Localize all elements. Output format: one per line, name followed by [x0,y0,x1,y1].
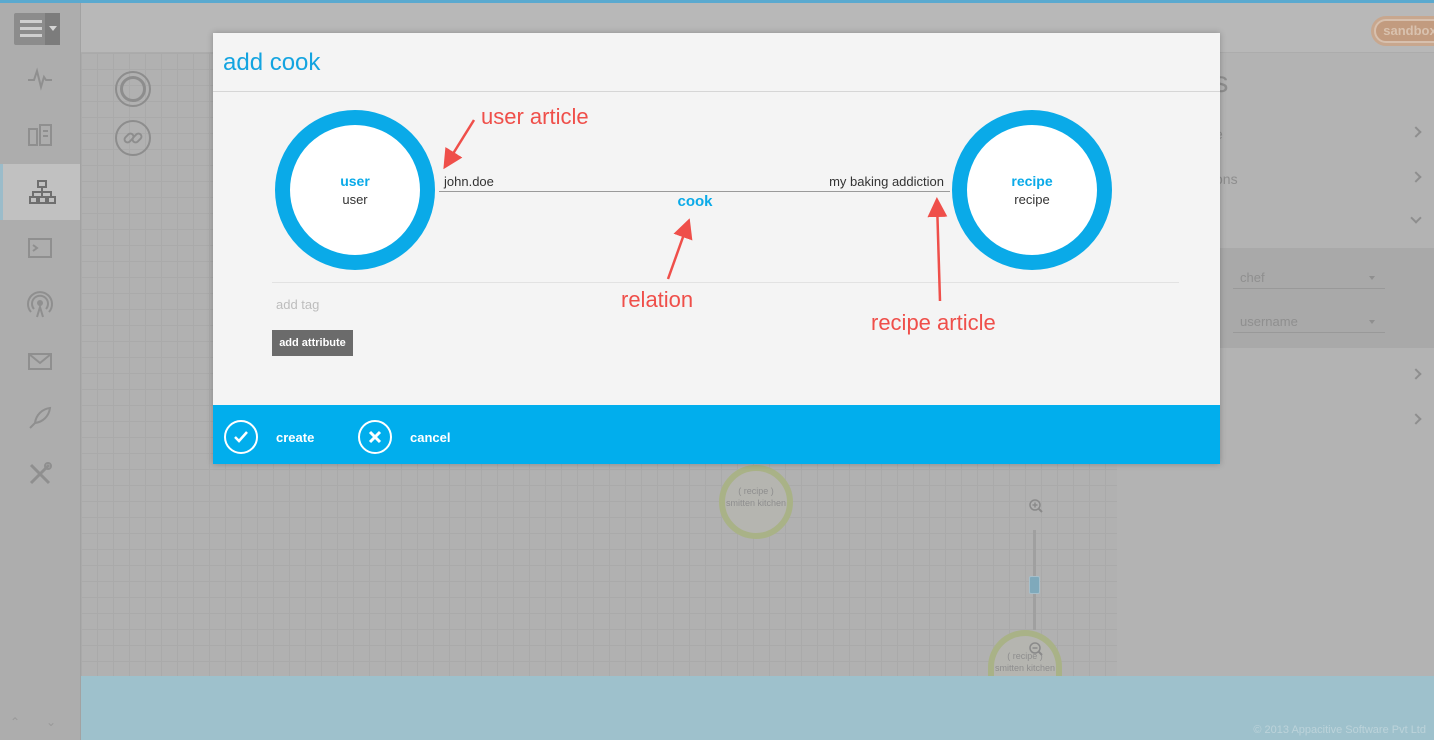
cancel-label: cancel [410,429,451,445]
pulse-icon [28,67,52,91]
graph-node[interactable]: ( recipe ) smitten kitchen [719,465,793,539]
target-article-field[interactable]: my baking addiction [769,174,944,189]
add-attribute-button[interactable]: add attribute [272,330,353,356]
page-footer: © 2013 Appacitive Software Pvt Ltd [81,676,1434,740]
nav-email[interactable] [0,333,80,389]
source-label: user [340,173,370,189]
rocket-icon [29,406,52,429]
divider [272,282,1179,283]
chevron-right-icon [1410,126,1422,138]
relation-line [439,191,950,192]
dialog-footer: create cancel [213,405,1220,464]
left-navigation: ⌃⌄ [0,3,81,740]
envelope-icon [28,353,52,370]
add-relation-dialog: add cook user user recipe recipe john.do… [213,33,1220,464]
target-label: recipe [1011,173,1053,189]
dialog-title: add cook [223,49,321,76]
cancel-button[interactable]: cancel [358,419,450,455]
add-node-tool-icon[interactable] [115,71,151,107]
chevron-right-icon [1410,368,1422,380]
hierarchy-icon [28,180,56,204]
target-type: recipe [1014,192,1050,207]
create-label: create [276,429,315,445]
source-endpoint-circle[interactable]: user user [275,110,435,270]
nav-push[interactable] [0,277,80,333]
source-property-select[interactable]: username [1233,309,1385,333]
nav-activity[interactable] [0,51,80,107]
nav-collapse-controls[interactable]: ⌃⌄ [10,715,82,729]
node-name: smitten kitchen [725,498,787,508]
divider [213,91,1220,92]
zoom-out-icon[interactable] [1028,641,1044,657]
add-tag-input[interactable]: add tag [276,297,319,312]
terminal-icon [28,238,52,258]
chevron-right-icon [1410,171,1422,183]
nav-schema[interactable] [0,107,80,163]
node-type: ( recipe ) [738,486,774,496]
source-type: user [342,192,368,207]
nav-deploy[interactable] [0,390,80,446]
app-menu-button[interactable] [14,13,60,45]
close-icon [358,420,392,454]
source-article-field[interactable]: john.doe [444,174,494,189]
chevron-down-icon [45,13,60,45]
environment-toggle[interactable]: sandbox live [1371,16,1434,46]
chevron-right-icon [1410,413,1422,425]
link-tool-icon[interactable] [115,120,151,156]
node-type: ( recipe ) [1007,651,1043,661]
nav-console[interactable] [0,220,80,276]
node-name: smitten kitchen [994,663,1056,673]
source-label-select[interactable]: chef [1233,265,1385,289]
check-icon [224,420,258,454]
create-button[interactable]: create [224,419,314,455]
list-icon [20,20,42,38]
annotation-relation: relation [621,287,694,312]
nav-relations[interactable] [0,164,80,220]
nav-settings[interactable] [0,446,80,502]
annotation-recipe-article: recipe article [871,310,996,335]
zoom-slider-handle[interactable] [1029,576,1040,594]
target-endpoint-circle[interactable]: recipe recipe [952,110,1112,270]
copyright-text: © 2013 Appacitive Software Pvt Ltd [1253,724,1426,736]
annotation-user-article: user article [481,104,589,129]
zoom-in-icon[interactable] [1028,498,1044,514]
sandbox-option[interactable]: sandbox [1374,19,1434,43]
schema-icon [28,124,52,146]
chevron-down-icon [1410,212,1422,224]
tools-icon [29,462,52,485]
broadcast-icon [27,291,53,318]
relation-name: cook [677,193,713,210]
